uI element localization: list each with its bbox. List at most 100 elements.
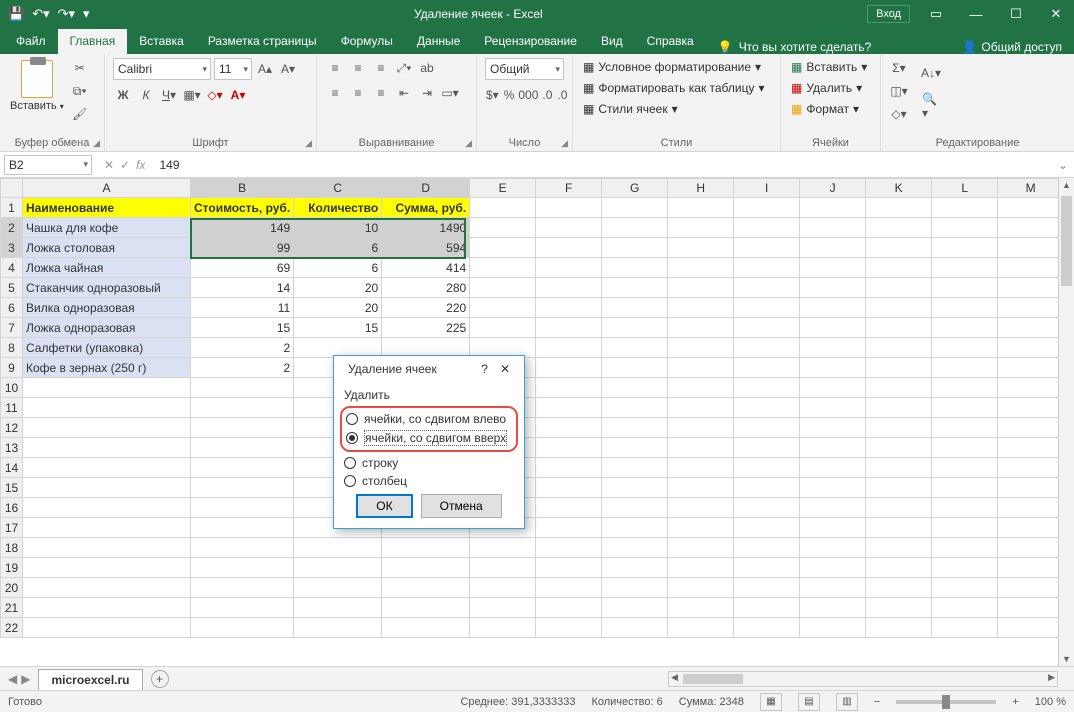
insert-cells-button[interactable]: ▦Вставить ▾ [789,58,872,76]
row-21[interactable]: 21 [1,598,1064,618]
font-combo[interactable]: Calibri [113,58,211,80]
tab-review[interactable]: Рецензирование [472,29,589,54]
align-right-icon[interactable]: ≡ [371,83,391,103]
format-as-table-button[interactable]: ▦Форматировать как таблицу ▾ [581,79,772,97]
delete-cells-button[interactable]: ▦Удалить ▾ [789,79,872,97]
tab-formulas[interactable]: Формулы [329,29,405,54]
normal-view-button[interactable]: ▦ [760,693,782,711]
border-button[interactable]: ▦▾ [182,85,202,105]
currency-icon[interactable]: $▾ [485,85,500,105]
paste-button[interactable]: Вставить ▾ [8,58,66,114]
signin-button[interactable]: Вход [867,5,910,23]
option-shift-left[interactable]: ячейки, со сдвигом влево [346,410,512,428]
tell-me-search[interactable]: 💡Что вы хотите сделать? [706,40,884,54]
row-2[interactable]: 2Чашка для кофе149101490 [1,218,1064,238]
row-13[interactable]: 13 [1,438,1064,458]
align-middle-icon[interactable]: ≡ [348,58,368,78]
orientation-icon[interactable]: ⤢▾ [394,58,414,78]
row-9[interactable]: 9Кофе в зернах (250 г)2 [1,358,1064,378]
decrease-decimal-icon[interactable]: .0 [556,85,568,105]
vertical-scrollbar[interactable] [1058,178,1074,666]
row-6[interactable]: 6Вилка одноразовая1120220 [1,298,1064,318]
dialog-help-button[interactable]: ? [475,362,494,376]
select-all-corner[interactable] [1,179,23,198]
clear-icon[interactable]: ◇▾ [889,104,909,124]
autosum-icon[interactable]: Σ▾ [889,58,909,78]
prev-sheet-icon[interactable]: ◀ [8,672,17,686]
row-14[interactable]: 14 [1,458,1064,478]
horizontal-scrollbar[interactable] [668,671,1058,687]
tab-view[interactable]: Вид [589,29,635,54]
name-box[interactable]: B2 [4,155,92,175]
row-5[interactable]: 5Стаканчик одноразовый1420280 [1,278,1064,298]
decrease-indent-icon[interactable]: ⇤ [394,83,414,103]
next-sheet-icon[interactable]: ▶ [21,672,30,686]
cell-styles-button[interactable]: ▦Стили ячеек ▾ [581,100,772,118]
cancel-formula-icon[interactable]: ✕ [104,158,114,172]
zoom-out-button[interactable]: − [874,696,880,708]
zoom-in-button[interactable]: + [1012,696,1018,708]
row-3[interactable]: 3Ложка столовая996594 [1,238,1064,258]
align-center-icon[interactable]: ≡ [348,83,368,103]
font-launcher[interactable]: ◢ [305,138,312,149]
row-18[interactable]: 18 [1,538,1064,558]
row-17[interactable]: 17 [1,518,1064,538]
increase-indent-icon[interactable]: ⇥ [417,83,437,103]
row-16[interactable]: 16 [1,498,1064,518]
page-layout-view-button[interactable]: ▤ [798,693,820,711]
option-entire-row[interactable]: строку [344,454,514,472]
underline-button[interactable]: Ч▾ [159,85,179,105]
tab-data[interactable]: Данные [405,29,472,54]
column-headers[interactable]: ABCD EFGHIJKLM [1,179,1064,198]
tab-home[interactable]: Главная [58,29,128,54]
increase-decimal-icon[interactable]: .0 [541,85,553,105]
tab-insert[interactable]: Вставка [127,29,196,54]
save-icon[interactable]: 💾 [8,6,24,22]
formula-input[interactable]: 149 [153,158,1052,172]
sort-filter-icon[interactable]: A↓▾ [921,58,941,88]
increase-font-icon[interactable]: A▴ [255,59,275,79]
worksheet-grid[interactable]: ABCD EFGHIJKLM 1НаименованиеСтоимость, р… [0,178,1074,666]
option-shift-up[interactable]: ячейки, со сдвигом вверх [346,428,512,448]
row-11[interactable]: 11 [1,398,1064,418]
minimize-button[interactable]: — [962,7,990,22]
ok-button[interactable]: ОК [356,494,412,518]
conditional-formatting-button[interactable]: ▦Условное форматирование ▾ [581,58,772,76]
merge-icon[interactable]: ▭▾ [440,83,460,103]
clipboard-launcher[interactable]: ◢ [93,138,100,149]
option-entire-column[interactable]: столбец [344,472,514,490]
zoom-slider[interactable] [896,700,996,704]
row-22[interactable]: 22 [1,618,1064,638]
align-launcher[interactable]: ◢ [465,138,472,149]
row-15[interactable]: 15 [1,478,1064,498]
comma-icon[interactable]: 000 [518,85,538,105]
row-4[interactable]: 4Ложка чайная696414 [1,258,1064,278]
format-painter-icon[interactable]: 🖌 [70,104,90,124]
copy-icon[interactable]: ⧉▾ [70,81,90,101]
redo-icon[interactable]: ↷▾ [58,6,75,22]
ribbon-options-icon[interactable]: ▭ [922,6,950,22]
tab-help[interactable]: Справка [635,29,706,54]
row-19[interactable]: 19 [1,558,1064,578]
row-1[interactable]: 1НаименованиеСтоимость, руб.КоличествоСу… [1,198,1064,218]
row-10[interactable]: 10 [1,378,1064,398]
row-7[interactable]: 7Ложка одноразовая1515225 [1,318,1064,338]
format-cells-button[interactable]: ▦Формат ▾ [789,100,872,118]
find-select-icon[interactable]: 🔍▾ [921,91,941,121]
tab-file[interactable]: Файл [4,29,58,54]
cancel-button[interactable]: Отмена [421,494,502,518]
sheet-tab[interactable]: microexcel.ru [38,669,142,690]
row-12[interactable]: 12 [1,418,1064,438]
bold-button[interactable]: Ж [113,85,133,105]
fx-icon[interactable]: fx [136,158,145,172]
tab-layout[interactable]: Разметка страницы [196,29,329,54]
zoom-level[interactable]: 100 % [1035,696,1066,708]
share-button[interactable]: 👤Общий доступ [950,40,1074,54]
add-sheet-button[interactable]: + [151,670,169,688]
page-break-view-button[interactable]: ▥ [836,693,858,711]
percent-icon[interactable]: % [503,85,516,105]
cut-icon[interactable]: ✂ [70,58,90,78]
align-bottom-icon[interactable]: ≡ [371,58,391,78]
number-format-combo[interactable]: Общий [485,58,564,80]
wrap-text-icon[interactable]: ab [417,58,437,78]
